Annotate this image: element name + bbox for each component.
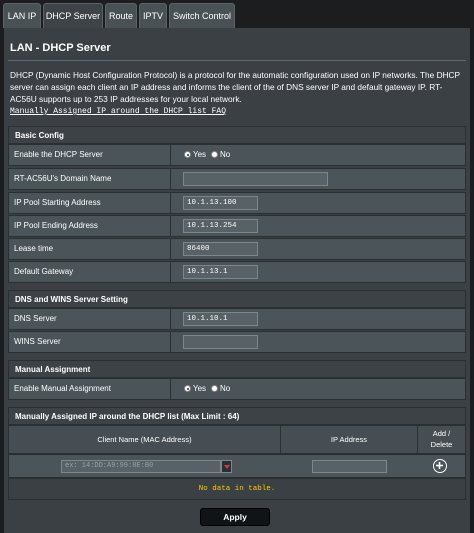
tab-bar: LAN IP DHCP Server Route IPTV Switch Con… <box>0 0 474 28</box>
lease-time-label: Lease time <box>9 239 171 259</box>
radio-unselected-icon <box>211 151 218 158</box>
enable-dhcp-no-radio[interactable]: No <box>211 150 230 160</box>
col-client-name: Client Name (MAC Address) <box>9 426 281 453</box>
no-data-message: No data in table. <box>8 478 466 500</box>
manual-list-header: Manually Assigned IP around the DHCP lis… <box>8 407 466 425</box>
row-domain-name: RT-AC56U's Domain Name <box>8 168 466 190</box>
default-gateway-value: 10.1.13.1 <box>171 262 465 282</box>
wins-server-value <box>171 332 465 352</box>
basic-config-header: Basic Config <box>8 126 466 144</box>
tab-route[interactable]: Route <box>105 3 137 28</box>
radio-unselected-icon <box>211 385 218 392</box>
domain-name-input[interactable] <box>183 172 328 186</box>
enable-manual-yes-radio[interactable]: Yes <box>184 384 206 394</box>
wins-server-input[interactable] <box>183 335 258 349</box>
apply-button[interactable]: Apply <box>200 508 270 526</box>
dns-server-value: 10.1.10.1 <box>171 309 465 329</box>
radio-selected-icon <box>184 385 191 392</box>
row-enable-dhcp: Enable the DHCP Server Yes No <box>8 144 466 166</box>
tab-iptv[interactable]: IPTV <box>139 3 167 28</box>
mac-address-input[interactable]: ex: 14:DD:A9:99:8E:B0 <box>61 460 221 473</box>
col-add-delete: Add / Delete <box>430 429 453 449</box>
enable-dhcp-label: Enable the DHCP Server <box>9 145 171 165</box>
faq-link[interactable]: Manually Assigned IP around the DHCP lis… <box>10 107 226 116</box>
manual-entry-row: ex: 14:DD:A9:99:8E:B0 <box>8 454 466 478</box>
radio-no-label: No <box>220 150 231 159</box>
plus-icon <box>436 462 443 469</box>
ip-address-input[interactable] <box>312 460 387 473</box>
add-entry-button[interactable] <box>433 459 447 473</box>
tab-dhcp-server[interactable]: DHCP Server <box>43 3 103 28</box>
page-description: DHCP (Dynamic Host Configuration Protoco… <box>10 70 460 104</box>
row-enable-manual: Enable Manual Assignment Yes No <box>8 378 466 400</box>
pool-start-label: IP Pool Starting Address <box>9 193 171 213</box>
row-wins-server: WINS Server <box>8 331 466 353</box>
pool-end-value: 10.1.13.254 <box>171 216 465 236</box>
lease-time-input[interactable]: 86400 <box>183 242 258 256</box>
tab-switch-control[interactable]: Switch Control <box>169 3 235 28</box>
row-lease-time: Lease time 86400 <box>8 238 466 260</box>
row-default-gateway: Default Gateway 10.1.13.1 <box>8 261 466 283</box>
pool-start-value: 10.1.13.100 <box>171 193 465 213</box>
enable-dhcp-yes-radio[interactable]: Yes <box>184 150 206 160</box>
default-gateway-input[interactable]: 10.1.13.1 <box>183 265 258 279</box>
dns-server-input[interactable]: 10.1.10.1 <box>183 312 258 326</box>
wins-server-label: WINS Server <box>9 332 171 352</box>
row-pool-start: IP Pool Starting Address 10.1.13.100 <box>8 192 466 214</box>
row-pool-end: IP Pool Ending Address 10.1.13.254 <box>8 215 466 237</box>
dropdown-arrow-icon <box>224 465 230 469</box>
manual-list-columns: Client Name (MAC Address) IP Address Add… <box>8 425 466 454</box>
col-ip-address: IP Address <box>281 426 418 453</box>
default-gateway-label: Default Gateway <box>9 262 171 282</box>
domain-name-value <box>171 169 465 189</box>
client-list-dropdown-button[interactable] <box>221 460 232 473</box>
dns-wins-header: DNS and WINS Server Setting <box>8 290 466 308</box>
pool-end-input[interactable]: 10.1.13.254 <box>183 219 258 233</box>
page-title: LAN - DHCP Server <box>10 42 111 54</box>
lease-time-value: 86400 <box>171 239 465 259</box>
row-dns-server: DNS Server 10.1.10.1 <box>8 308 466 330</box>
pool-end-label: IP Pool Ending Address <box>9 216 171 236</box>
enable-manual-no-radio[interactable]: No <box>211 384 230 394</box>
radio-yes-label: Yes <box>193 384 207 393</box>
dns-server-label: DNS Server <box>9 309 171 329</box>
enable-manual-value: Yes No <box>171 379 465 399</box>
enable-dhcp-value: Yes No <box>171 145 465 165</box>
tab-lan-ip[interactable]: LAN IP <box>3 3 41 28</box>
radio-no-label: No <box>220 384 231 393</box>
radio-yes-label: Yes <box>193 150 207 159</box>
radio-selected-icon <box>184 151 191 158</box>
manual-assignment-header: Manual Assignment <box>8 360 466 378</box>
domain-name-label: RT-AC56U's Domain Name <box>9 169 171 189</box>
title-divider <box>8 60 466 61</box>
pool-start-input[interactable]: 10.1.13.100 <box>183 196 258 210</box>
enable-manual-label: Enable Manual Assignment <box>9 379 171 399</box>
